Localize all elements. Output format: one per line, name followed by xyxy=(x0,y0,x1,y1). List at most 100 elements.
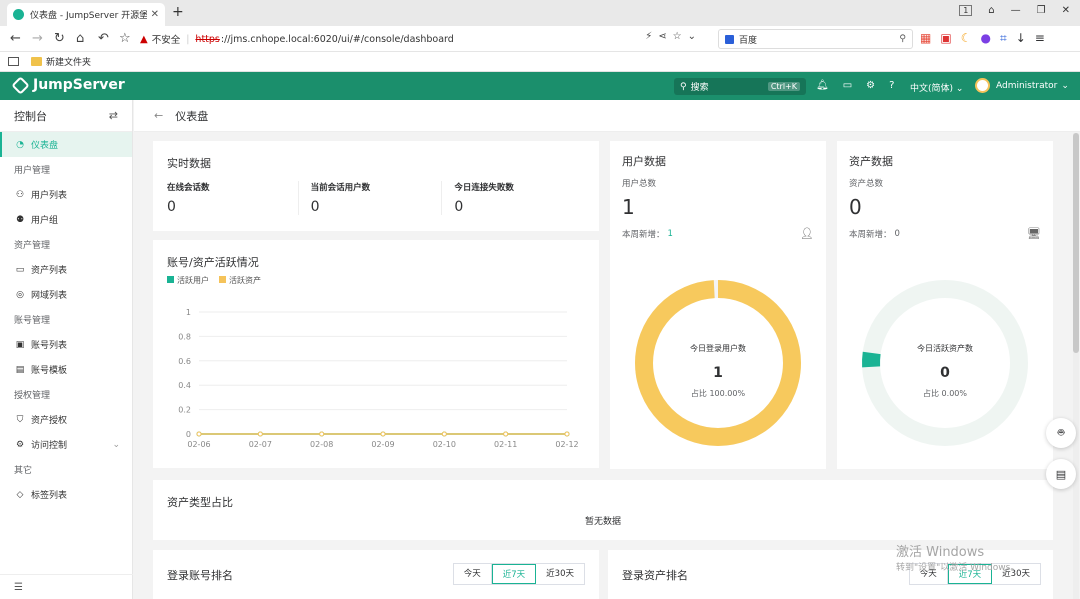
asset-total-label: 资产总数 xyxy=(849,179,884,189)
close-window-button[interactable]: ✕ xyxy=(1062,5,1070,16)
user-data-card: 用户数据 用户总数 1 本周新增： 1 👤︎ 今日登录用户数 1 占比 100.0… xyxy=(610,141,826,469)
y-tick-label: 0.6 xyxy=(178,357,191,366)
data-point[interactable] xyxy=(257,431,263,437)
sidebar-item-label: 访问控制 xyxy=(31,441,68,451)
range-7days[interactable]: 近7天 xyxy=(491,564,537,584)
minimize-button[interactable]: — xyxy=(1011,5,1021,16)
asset-total: 0 xyxy=(849,195,862,219)
sidebar-item[interactable]: ⚉ 用户组 xyxy=(0,207,132,232)
star-icon[interactable]: ☆ xyxy=(119,31,131,46)
brand-name: JumpServer xyxy=(33,77,125,93)
user-ring-arc xyxy=(635,280,801,446)
x-tick-label: 02-12 xyxy=(555,440,578,449)
x-tick-label: 02-09 xyxy=(371,440,394,449)
monitor-icon: 🖥︎ xyxy=(1027,227,1041,240)
header-search[interactable]: ⚲ 搜索 Ctrl+K xyxy=(674,78,806,95)
back-arrow-icon[interactable]: ← xyxy=(154,109,163,122)
pin-icon[interactable]: ⌂ xyxy=(988,5,994,16)
search-icon[interactable]: ⚲ xyxy=(899,34,906,44)
user-group-icon: ⚉ xyxy=(15,214,25,225)
sidebar-item[interactable]: ▭ 资产列表 xyxy=(0,257,132,282)
url-action-icons[interactable]: ⚡⋖☆⌄ xyxy=(645,31,702,42)
asset-ring-value: 0 xyxy=(940,365,950,381)
x-tick-label: 02-06 xyxy=(187,440,210,449)
moon-icon[interactable]: ☾ xyxy=(961,31,972,46)
y-tick-label: 0 xyxy=(186,430,191,439)
sidebar-group-label: 用户管理 xyxy=(14,166,51,176)
brand-logo[interactable]: JumpServer xyxy=(11,75,125,95)
gear-icon[interactable]: ⚙ xyxy=(866,80,875,91)
user-icon: ⚇ xyxy=(15,189,25,200)
sidebar-item[interactable]: ⚇ 用户列表 xyxy=(0,182,132,207)
new-tab-button[interactable]: + xyxy=(172,4,184,20)
app-header: JumpServer ⚲ 搜索 Ctrl+K 🔔︎ ▭ ⚙ ? 中文(简体) ⌄… xyxy=(0,72,1080,100)
sidebar-item[interactable]: ▤ 账号模板 xyxy=(0,357,132,382)
data-point[interactable] xyxy=(503,431,509,437)
switch-view-icon[interactable]: ⇄ xyxy=(109,109,118,122)
browser-search-box[interactable]: 百度 ⚲ xyxy=(718,29,913,49)
terminal-icon[interactable]: ▭ xyxy=(843,80,852,91)
robot-icon[interactable]: ● xyxy=(980,31,990,46)
user-total: 1 xyxy=(622,195,635,219)
bookmarks-bar: 新建文件夹 xyxy=(0,52,1080,72)
sidebar-item[interactable]: ◇ 标签列表 xyxy=(0,482,132,507)
sidebar-item[interactable]: ◔ 仪表盘 xyxy=(0,132,132,157)
bell-icon[interactable]: 🔔︎ xyxy=(816,80,829,91)
legend-active-users[interactable]: 活跃用户 xyxy=(167,275,209,286)
sidebar-item[interactable]: ◎ 网域列表 xyxy=(0,282,132,307)
range-30days[interactable]: 近30天 xyxy=(536,564,584,584)
user-menu[interactable]: Administrator ⌄ xyxy=(975,78,1069,93)
browser-tab[interactable]: 仪表盘 - JumpServer 开源堡垒机 ✕ xyxy=(7,3,165,26)
menu-icon[interactable]: ≡ xyxy=(1035,31,1045,46)
notes-icon[interactable]: ▤ xyxy=(1046,459,1076,489)
back-icon[interactable]: ← xyxy=(10,31,21,46)
collapse-sidebar-icon[interactable]: ☰ xyxy=(0,574,133,599)
sidebar-item-label: 资产授权 xyxy=(31,416,68,426)
login-account-rank-card: 登录账号排名 今天 近7天 近30天 xyxy=(153,550,599,599)
grid-app-icon[interactable]: ▦ xyxy=(920,31,931,46)
sidebar-item[interactable]: ⚙ 访问控制 ⌄ xyxy=(0,432,132,457)
avatar xyxy=(975,78,990,93)
sidebar-toggle-icon[interactable] xyxy=(8,57,19,66)
url-field[interactable]: ▲ 不安全 | https ://jms.cnhope.local:6020/u… xyxy=(140,29,710,49)
assistant-robot-icon[interactable]: 🤖︎ xyxy=(1046,418,1076,448)
range-today[interactable]: 今天 xyxy=(454,564,492,584)
user-data-title: 用户数据 xyxy=(622,155,666,168)
pdf-icon[interactable]: ▣ xyxy=(940,31,951,46)
sidebar-item[interactable]: ⛉ 资产授权 xyxy=(0,407,132,432)
data-point[interactable] xyxy=(380,431,386,437)
legend-active-assets[interactable]: 活跃资产 xyxy=(219,275,261,286)
search-icon: ⚲ xyxy=(680,81,687,92)
sidebar-item[interactable]: ▣ 账号列表 xyxy=(0,332,132,357)
address-bar-row: ← → ↻ ⌂ ↶ ☆ ▲ 不安全 | https ://jms.cnhope.… xyxy=(0,26,1080,52)
close-tab-icon[interactable]: ✕ xyxy=(151,9,159,20)
user-ring-title: 今日登录用户数 xyxy=(690,343,746,353)
window-count-badge[interactable]: 1 xyxy=(959,5,973,16)
realtime-card: 实时数据 在线会话数 0 当前会话用户数 0 今日连接失败数 0 xyxy=(153,141,599,231)
folder-icon xyxy=(31,57,42,66)
extension-icons: ▦ ▣ ☾ ● ⌗ ↓ ≡ xyxy=(920,31,1045,46)
page-scrollbar[interactable] xyxy=(1073,133,1079,599)
data-point[interactable] xyxy=(319,431,325,437)
undo-icon[interactable]: ↶ xyxy=(98,31,109,46)
reload-icon[interactable]: ↻ xyxy=(54,31,65,46)
download-icon[interactable]: ↓ xyxy=(1016,31,1026,46)
help-icon[interactable]: ? xyxy=(889,80,894,91)
language-selector[interactable]: 中文(简体) ⌄ xyxy=(910,81,963,94)
sidebar-item-label: 标签列表 xyxy=(31,491,68,501)
bookmark-folder[interactable]: 新建文件夹 xyxy=(46,55,91,68)
sidebar-item-label: 仪表盘 xyxy=(31,141,59,151)
sidebar-menu: ◔ 仪表盘 用户管理 ⚇ 用户列表 ⚉ 用户组 资产管理 ▭ 资产列表 ◎ 网域列表 账号管理 ▣ 账号列表… xyxy=(0,132,132,507)
jumpserver-favicon-icon xyxy=(13,9,24,20)
empty-state: 暂无数据 xyxy=(585,517,622,527)
maximize-button[interactable]: ❐ xyxy=(1037,5,1046,16)
crop-icon[interactable]: ⌗ xyxy=(1000,31,1007,46)
data-point[interactable] xyxy=(564,431,570,437)
data-point[interactable] xyxy=(441,431,447,437)
home-icon[interactable]: ⌂ xyxy=(76,31,84,46)
account-range-tabs: 今天 近7天 近30天 xyxy=(452,563,585,585)
search-engine-name: 百度 xyxy=(739,35,758,46)
data-point[interactable] xyxy=(196,431,202,437)
y-tick-label: 0.2 xyxy=(178,406,191,415)
forward-icon[interactable]: → xyxy=(32,31,43,46)
